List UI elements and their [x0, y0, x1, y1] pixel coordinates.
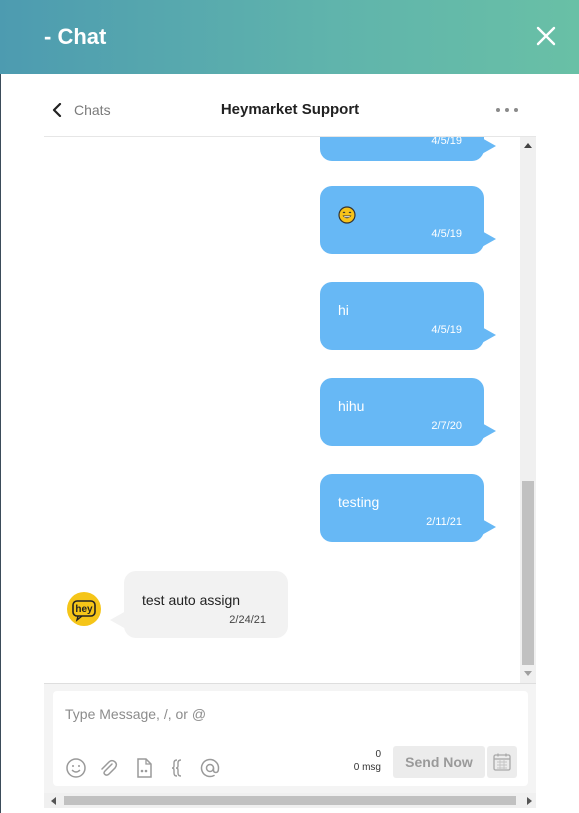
message-time: 2/7/20	[431, 420, 462, 432]
message-bubble-outgoing: 4/5/19	[320, 186, 496, 254]
schedule-send-button[interactable]	[487, 746, 517, 778]
bubble-tail	[480, 518, 496, 536]
conversation-topbar: Chats Heymarket Support	[44, 88, 536, 137]
mention-icon[interactable]	[199, 757, 221, 779]
message-input[interactable]	[57, 697, 533, 731]
bubble-tail	[480, 137, 496, 155]
character-count: 0	[375, 749, 381, 760]
composer-card: 0 0 msg Send Now	[53, 691, 533, 786]
bubble-tail	[480, 230, 496, 248]
message-list: 4/5/19 4/5/19 hi 4/5/19 hihu 2/7/20 test…	[44, 137, 520, 683]
scroll-up-arrow-icon[interactable]	[524, 143, 532, 148]
scrollbar-thumb[interactable]	[64, 796, 516, 805]
message-bubble-outgoing: hi 4/5/19	[320, 282, 496, 350]
horizontal-scrollbar[interactable]	[44, 793, 536, 808]
send-now-button[interactable]: Send Now	[393, 746, 485, 778]
vertical-scrollbar[interactable]	[520, 137, 536, 683]
message-text: hihu	[338, 398, 365, 414]
message-bubble-incoming: hey test auto assign 2/24/21	[66, 571, 296, 641]
message-counter: 0 0 msg	[329, 748, 381, 774]
calendar-icon	[493, 753, 511, 771]
close-icon	[536, 26, 556, 46]
message-text: test auto assign	[142, 592, 241, 608]
more-horizontal-icon	[496, 108, 518, 112]
message-bubble-outgoing: hihu 2/7/20	[320, 378, 496, 446]
window-title: - Chat	[44, 24, 107, 49]
bubble-body: test auto assign 2/24/21	[124, 571, 288, 638]
bubble-tail	[480, 422, 496, 440]
message-time: 2/24/21	[229, 614, 266, 626]
message-composer: 0 0 msg Send Now	[44, 683, 536, 794]
message-time: 4/5/19	[431, 228, 462, 240]
scroll-right-arrow-icon[interactable]	[527, 797, 532, 805]
conversation-title: Heymarket Support	[220, 101, 360, 118]
bubble-tail	[480, 326, 496, 344]
message-text: testing	[338, 494, 380, 510]
message-bubble-outgoing: testing 2/11/21	[320, 474, 496, 542]
merge-field-icon[interactable]	[169, 757, 191, 779]
close-button[interactable]	[534, 24, 558, 48]
template-icon[interactable]	[133, 757, 155, 779]
message-text: hi	[338, 302, 349, 318]
message-count: 0 msg	[353, 762, 381, 773]
avatar: hey	[67, 592, 101, 626]
message-bubble-outgoing: 4/5/19	[320, 137, 496, 161]
message-time: 4/5/19	[431, 324, 462, 336]
grinning-face-icon	[338, 206, 356, 224]
more-options-button[interactable]	[494, 100, 520, 120]
message-time: 4/5/19	[431, 137, 462, 147]
emoji-icon[interactable]	[65, 757, 87, 779]
scroll-left-arrow-icon[interactable]	[51, 797, 56, 805]
avatar-label: hey	[75, 604, 93, 615]
attachment-icon[interactable]	[97, 757, 119, 779]
chat-window-header: - Chat	[0, 0, 579, 74]
scrollbar-thumb[interactable]	[522, 481, 534, 665]
message-time: 2/11/21	[426, 516, 462, 528]
scroll-down-arrow-icon[interactable]	[524, 671, 532, 676]
window-left-border	[0, 74, 1, 813]
